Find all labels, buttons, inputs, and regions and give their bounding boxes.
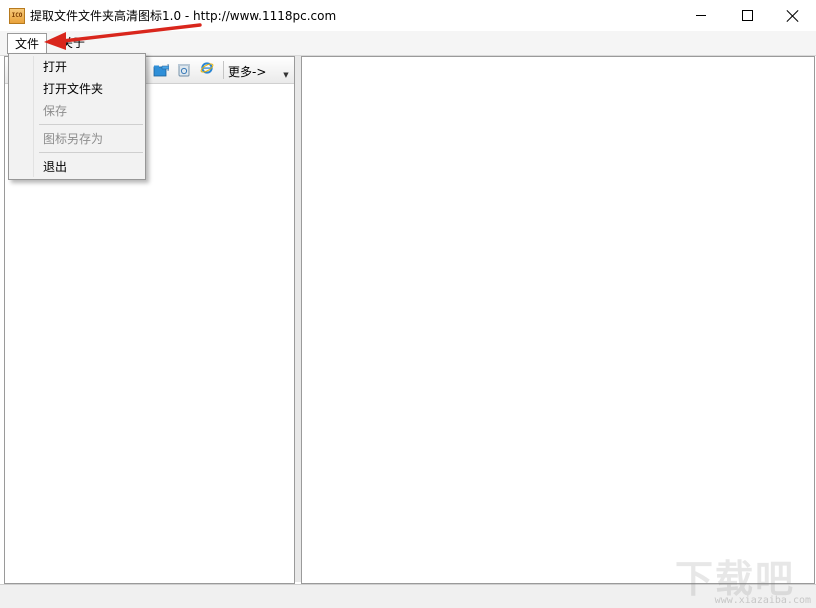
annotation-arrow	[44, 23, 202, 50]
